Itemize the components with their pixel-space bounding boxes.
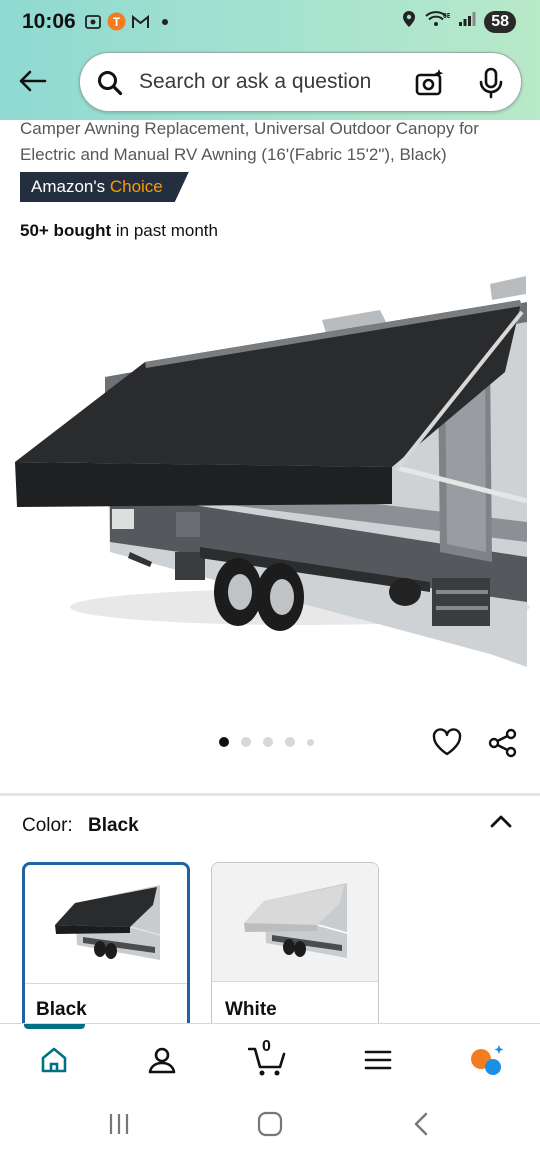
account-icon (148, 1047, 176, 1074)
battery-indicator: 58 (484, 10, 516, 33)
cart-count: 0 (262, 1038, 271, 1055)
nav-home[interactable] (34, 1040, 74, 1080)
bought-count-rest: in past month (115, 221, 218, 240)
nav-account[interactable] (142, 1040, 182, 1080)
amazons-choice-badge: Amazon's Choice (20, 172, 189, 202)
status-time: 10:06 (22, 10, 76, 33)
bought-count-bold: 50+ bought (20, 221, 112, 240)
color-selector-header[interactable]: Color: Black (22, 815, 139, 837)
more-notifications-icon (155, 12, 174, 31)
svg-text:6E: 6E (443, 13, 450, 20)
system-status-icons: 6E 58 (402, 10, 516, 33)
product-image[interactable] (0, 262, 540, 702)
black-awning-thumbnail (25, 865, 187, 983)
heart-icon[interactable] (431, 727, 463, 762)
product-title[interactable]: Camper Awning Replacement, Universal Out… (20, 116, 525, 168)
back-arrow-icon (19, 70, 47, 92)
notification-icons: T (83, 12, 174, 31)
bought-count: 50+ bought in past month (20, 221, 218, 241)
carousel-dot[interactable] (263, 737, 273, 747)
microphone-icon[interactable] (478, 67, 504, 104)
swatch-label: Black (36, 999, 87, 1020)
search-bar[interactable]: Search or ask a question (79, 52, 522, 112)
home-button-icon (257, 1111, 283, 1137)
nav-rufus[interactable] (466, 1040, 506, 1080)
nav-cart[interactable]: 0 (248, 1038, 288, 1080)
section-divider (0, 793, 540, 796)
signal-icon (458, 11, 476, 32)
svg-text:T: T (113, 15, 121, 29)
carousel-dot-active[interactable] (219, 737, 229, 747)
color-value: Black (87, 815, 139, 836)
active-tab-indicator (24, 1024, 85, 1029)
image-carousel-dots[interactable] (219, 737, 314, 747)
color-option-white[interactable]: White (211, 862, 379, 1042)
rufus-icon (471, 1045, 504, 1075)
search-icon (96, 69, 124, 102)
header: 10:06 T 6E 58 Search or ask a question (0, 0, 540, 120)
share-icon[interactable] (487, 727, 519, 764)
nav-menu[interactable] (358, 1040, 398, 1080)
badge-prefix: Amazon's (31, 177, 106, 196)
swatch-label: White (225, 999, 277, 1020)
menu-icon (364, 1050, 392, 1070)
gmail-icon (131, 12, 150, 31)
screenshot-icon (83, 12, 102, 31)
home-button[interactable] (255, 1109, 285, 1139)
back-chevron-icon (414, 1112, 428, 1136)
back-system-button[interactable] (406, 1109, 436, 1139)
temu-icon: T (107, 12, 126, 31)
recent-apps-button[interactable] (104, 1109, 134, 1139)
white-awning-thumbnail (212, 863, 378, 981)
location-icon (402, 10, 416, 33)
recent-apps-icon (109, 1114, 129, 1134)
camera-search-icon[interactable] (414, 67, 446, 104)
color-label: Color: (22, 815, 73, 836)
home-icon (41, 1047, 67, 1073)
back-button[interactable] (14, 63, 50, 99)
wifi-icon: 6E (424, 10, 452, 33)
carousel-dot[interactable] (307, 738, 314, 746)
bottom-navigation: 0 (0, 1023, 540, 1091)
status-bar: 10:06 T 6E 58 (0, 0, 540, 44)
carousel-dot[interactable] (241, 737, 251, 747)
color-option-black[interactable]: Black (22, 862, 190, 1042)
system-navigation-bar (0, 1091, 540, 1158)
search-input[interactable]: Search or ask a question (139, 70, 371, 94)
badge-choice: Choice (109, 177, 163, 196)
chevron-up-icon[interactable] (487, 809, 515, 838)
carousel-dot[interactable] (285, 737, 295, 747)
